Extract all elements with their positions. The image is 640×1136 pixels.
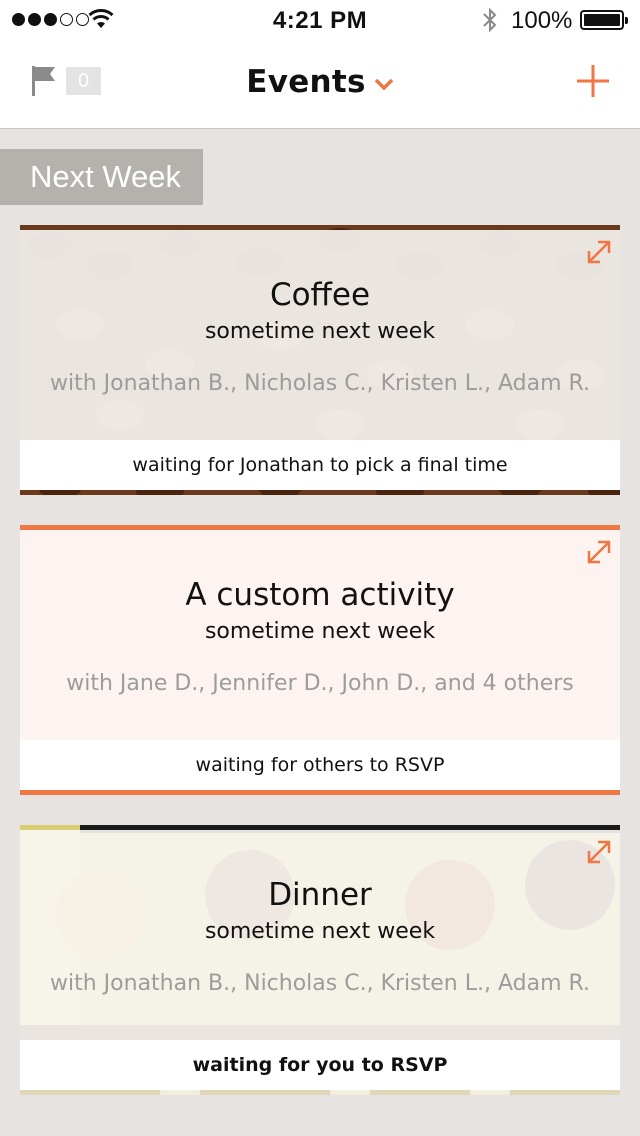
event-when: sometime next week (204, 619, 436, 644)
event-when: sometime next week (204, 319, 436, 344)
event-participants: with Jonathan B., Nicholas C., Kristen L… (50, 971, 590, 996)
section-label: Next Week (0, 149, 203, 205)
event-participants: with Jane D., Jennifer D., John D., and … (66, 671, 574, 696)
event-title: Dinner (268, 877, 372, 913)
events-dropdown[interactable]: Events (0, 64, 640, 100)
event-card-coffee[interactable]: Coffee sometime next week with Jonathan … (20, 225, 620, 495)
event-status: waiting for others to RSVP (20, 740, 620, 790)
nav-bar: 0 Events (0, 40, 640, 129)
page-title: Events (246, 64, 366, 100)
event-card-custom-activity[interactable]: A custom activity sometime next week wit… (20, 525, 620, 795)
bluetooth-icon (483, 7, 497, 33)
expand-icon[interactable] (586, 839, 612, 865)
battery-percentage: 100% (511, 7, 573, 34)
event-when: sometime next week (204, 919, 436, 944)
add-event-button[interactable] (576, 64, 610, 98)
expand-icon[interactable] (586, 539, 612, 565)
battery-icon (580, 10, 628, 30)
event-title: A custom activity (185, 577, 455, 613)
expand-icon[interactable] (586, 239, 612, 265)
event-status: waiting for you to RSVP (20, 1040, 620, 1090)
chevron-down-icon (374, 78, 394, 90)
status-bar: 4:21 PM 100% (0, 0, 640, 40)
event-card-dinner[interactable]: Dinner sometime next week with Jonathan … (20, 825, 620, 1095)
event-participants: with Jonathan B., Nicholas C., Kristen L… (50, 371, 590, 396)
event-status: waiting for Jonathan to pick a final tim… (20, 440, 620, 490)
event-title: Coffee (269, 277, 371, 313)
